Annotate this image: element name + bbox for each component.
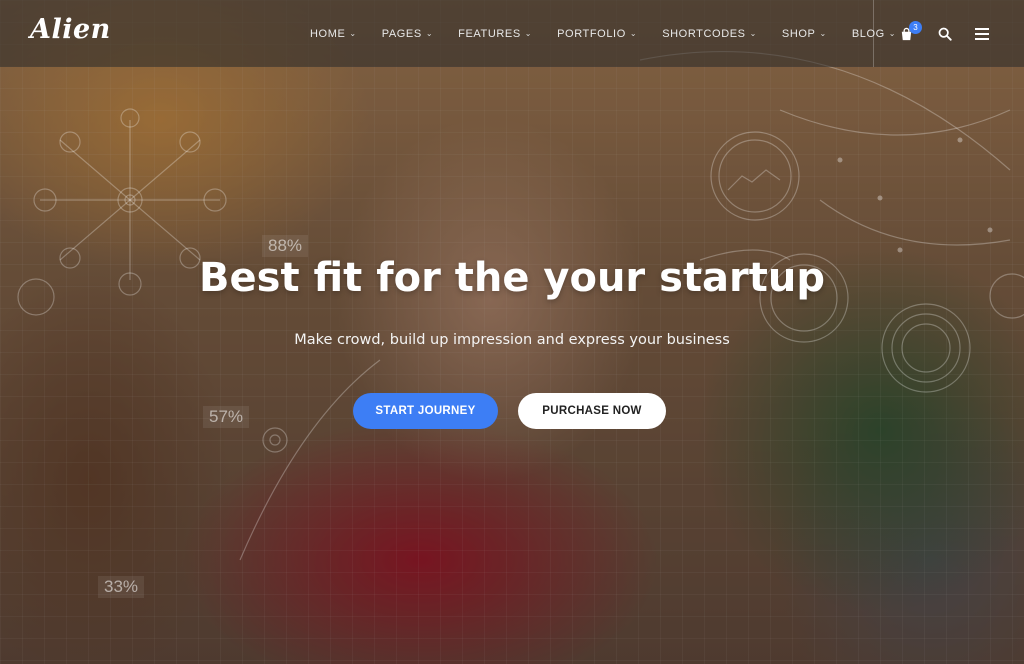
brand-logo[interactable]: Alien	[30, 14, 111, 45]
top-navbar: Alien HOME ⌄ PAGES ⌄ FEATURES ⌄ PORTFOLI…	[0, 0, 1024, 67]
background-stat: 33%	[98, 576, 145, 598]
chevron-down-icon: ⌄	[349, 29, 357, 38]
nav-item-label: SHOP	[781, 27, 816, 40]
chevron-down-icon: ⌄	[425, 29, 434, 38]
chevron-down-icon: ⌄	[524, 29, 533, 38]
nav-item-label: HOME	[310, 27, 346, 40]
nav-item-label: SHORTCODES	[662, 27, 746, 40]
background-stat: 57%	[203, 406, 250, 428]
nav-item-label: FEATURES	[458, 27, 521, 40]
nav-item-label: BLOG	[851, 27, 885, 40]
nav-item-shop[interactable]: SHOP ⌄	[782, 28, 827, 40]
hamburger-menu-icon[interactable]	[970, 22, 994, 46]
hero-section: 88% 57% 33% Alien HOME ⌄ PAGES ⌄ FEATURE…	[0, 0, 1024, 664]
nav-item-portfolio[interactable]: PORTFOLIO ⌄	[557, 28, 637, 40]
nav-item-shortcodes[interactable]: SHORTCODES ⌄	[662, 28, 757, 40]
purchase-now-button[interactable]: PURCHASE NOW	[518, 393, 666, 429]
hero-headline: Best fit for the your startup	[199, 255, 825, 301]
nav-item-home[interactable]: HOME ⌄	[310, 28, 357, 40]
nav-item-features[interactable]: FEATURES ⌄	[458, 28, 532, 40]
nav-item-pages[interactable]: PAGES ⌄	[382, 28, 433, 40]
background-stat: 88%	[262, 235, 309, 257]
search-icon[interactable]	[933, 22, 957, 46]
nav-item-label: PAGES	[381, 27, 422, 40]
start-journey-button[interactable]: START JOURNEY	[353, 393, 498, 429]
nav-divider	[873, 0, 874, 67]
hero-subheadline: Make crowd, build up impression and expr…	[294, 332, 730, 348]
cart-count-badge: 3	[909, 21, 922, 34]
nav-item-label: PORTFOLIO	[557, 27, 626, 40]
chevron-down-icon: ⌄	[749, 29, 757, 38]
chevron-down-icon: ⌄	[819, 29, 827, 38]
main-menu: HOME ⌄ PAGES ⌄ FEATURES ⌄ PORTFOLIO ⌄ SH…	[310, 0, 921, 67]
chevron-down-icon: ⌄	[629, 29, 638, 38]
